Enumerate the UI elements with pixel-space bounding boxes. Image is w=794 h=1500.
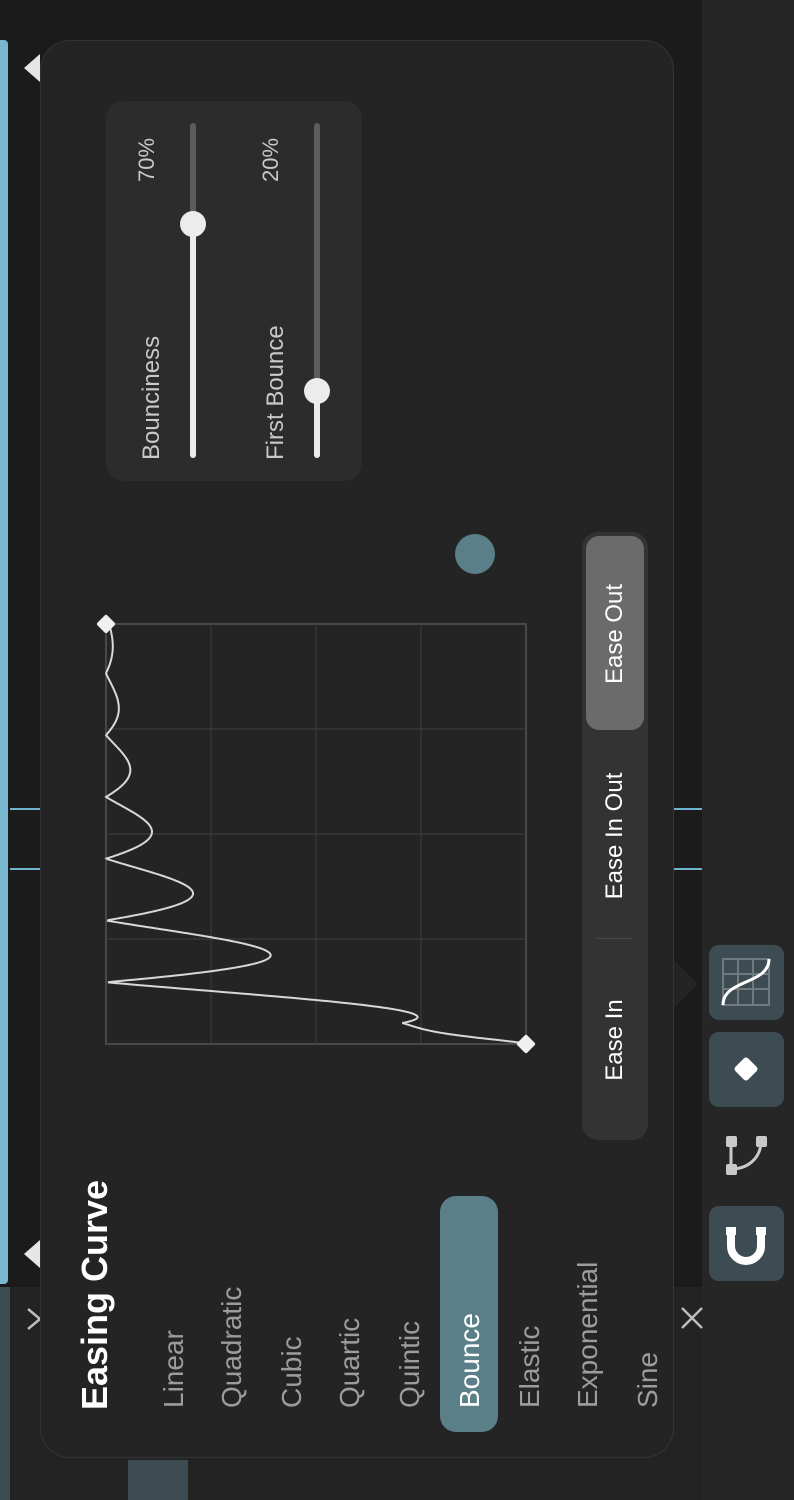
keyframe-button[interactable] — [709, 1032, 784, 1107]
easing-curve-button[interactable] — [709, 945, 784, 1020]
bezier-path-button[interactable] — [709, 1119, 784, 1194]
panel-pointer — [674, 960, 698, 1008]
ease-mode-ease-out[interactable]: Ease Out — [601, 584, 629, 684]
timeline-guide-line — [674, 808, 702, 810]
curve-type-linear[interactable]: Linear — [158, 1330, 190, 1408]
curve-type-quartic[interactable]: Quartic — [334, 1318, 366, 1408]
slider-thumb[interactable] — [304, 378, 330, 404]
curve-type-exponential[interactable]: Exponential — [572, 1262, 604, 1408]
slider-label: Bounciness — [138, 335, 165, 460]
keyframe-diamond-icon — [734, 1057, 758, 1081]
easing-curve-icon — [721, 958, 771, 1006]
snapping-button[interactable] — [709, 1206, 784, 1281]
ease-mode-ease-in[interactable]: Ease In — [601, 999, 629, 1080]
ease-mode-divider — [597, 938, 633, 939]
slider-value: 70% — [134, 137, 159, 182]
slider-thumb[interactable] — [180, 210, 206, 237]
timeline-guide-line — [10, 808, 40, 810]
timeline-clip-lower — [0, 1287, 10, 1500]
curve-type-elastic[interactable]: Elastic — [514, 1326, 546, 1408]
timeline-clip[interactable] — [0, 40, 8, 1284]
slider-value: 20% — [258, 137, 283, 182]
panel-title: Easing Curve — [74, 1179, 115, 1410]
trim-handle-icon[interactable] — [24, 1240, 40, 1268]
ease-mode-ease-in-out[interactable]: Ease In Out — [601, 773, 629, 900]
curve-type-sine[interactable]: Sine — [632, 1348, 666, 1408]
preview-ball — [455, 534, 495, 574]
slider-fill — [190, 223, 196, 458]
close-icon[interactable] — [678, 1304, 706, 1332]
curve-type-quintic[interactable]: Quintic — [394, 1321, 426, 1408]
timeline-guide-line — [674, 868, 702, 870]
trim-handle-icon[interactable] — [24, 54, 40, 82]
curve-type-quadratic[interactable]: Quadratic — [216, 1287, 248, 1408]
curve-type-cubic[interactable]: Cubic — [276, 1336, 308, 1408]
bezier-path-icon — [726, 1136, 767, 1175]
slider-label: First Bounce — [262, 325, 289, 460]
curve-type-bounce[interactable]: Bounce — [454, 1313, 486, 1408]
magnet-icon — [726, 1227, 766, 1265]
timeline-guide-line — [10, 868, 40, 870]
bottom-tab[interactable] — [128, 1460, 188, 1500]
